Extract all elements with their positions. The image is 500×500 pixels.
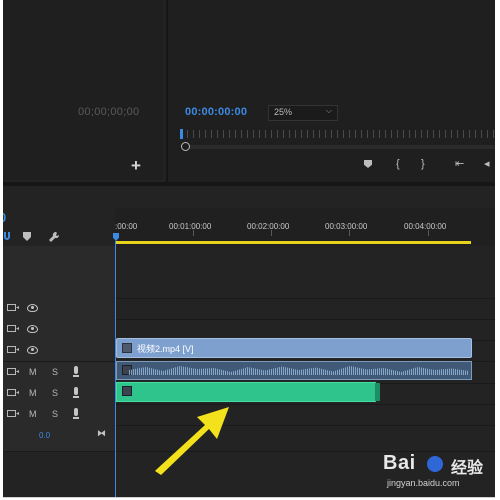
annotation-arrow-icon (155, 407, 229, 475)
clip-name: 视频2.mp4 [V] (137, 344, 194, 354)
ruler-label: 00:01:00:00 (169, 222, 212, 231)
ruler-label: 00:04:00:00 (404, 222, 447, 231)
mute-button[interactable]: M (29, 388, 37, 398)
track-header[interactable]: M S (3, 362, 116, 383)
track-row-video (3, 298, 495, 320)
track-row-audio: M S (3, 404, 495, 426)
mic-icon[interactable] (73, 387, 79, 398)
add-marker-icon[interactable] (364, 160, 372, 168)
track-header[interactable] (3, 298, 116, 319)
scrub-handle[interactable] (181, 142, 190, 151)
zoom-level-value: 25% (274, 107, 293, 117)
sync-lock-icon[interactable] (7, 389, 16, 396)
sync-lock-icon[interactable] (7, 304, 16, 311)
timeline-panel: 0 :00:00 00:01:00:00 00:02:00:00 00:03:0… (3, 186, 495, 497)
ruler-tick (271, 230, 272, 236)
sync-lock-icon[interactable] (7, 410, 16, 417)
watermark-brand: Bai (383, 452, 416, 474)
eye-icon[interactable] (27, 325, 38, 333)
zoom-level-select[interactable]: 25% ⌵ (268, 105, 338, 121)
ruler-label: 00:03:00:00 (325, 222, 368, 231)
program-ruler[interactable] (181, 130, 495, 138)
audio-waveform (129, 366, 469, 375)
mic-icon[interactable] (73, 408, 79, 419)
track-header[interactable]: M S (3, 404, 116, 425)
video-clip[interactable]: 视频2.mp4 [V] (116, 338, 472, 358)
marker-icon[interactable] (23, 232, 31, 244)
go-to-end-icon[interactable]: ⧓ (97, 428, 106, 439)
sync-lock-icon[interactable] (7, 346, 16, 353)
clip-edge[interactable] (375, 383, 380, 401)
solo-button[interactable]: S (52, 388, 58, 398)
mark-out-button[interactable]: } (421, 158, 425, 170)
chevron-down-icon: ⌵ (325, 106, 332, 115)
track-header (3, 246, 116, 298)
fx-badge-icon (122, 343, 132, 353)
work-area-bar[interactable] (115, 241, 471, 244)
timeline-timecode[interactable]: 0 (3, 210, 6, 225)
go-to-in-button[interactable]: ⇤ (455, 158, 464, 170)
master-volume[interactable]: 0.0 (39, 431, 50, 440)
eye-icon[interactable] (27, 304, 38, 312)
fx-badge-icon (122, 386, 132, 396)
watermark-suffix: 经验 (451, 460, 484, 477)
ruler-tick (193, 230, 194, 236)
audio-clip[interactable] (116, 361, 472, 380)
track-row-master (3, 425, 495, 452)
mute-button[interactable]: M (29, 367, 37, 377)
ruler-label: :00:00 (115, 222, 138, 231)
program-monitor: 00:00:00:00 25% ⌵ { } ⇤ ◂ (168, 0, 495, 182)
watermark-url: jingyan.baidu.com (387, 478, 460, 488)
premiere-window: 00;00;00;00 + 00:00:00:00 25% ⌵ { } ⇤ ◂ … (3, 0, 495, 498)
paw-logo-icon (427, 456, 443, 472)
track-row-empty (3, 246, 495, 299)
ruler-label: 00:02:00:00 (247, 222, 290, 231)
track-header[interactable]: M S (3, 383, 116, 404)
track-header[interactable] (3, 319, 116, 340)
mic-icon[interactable] (73, 366, 79, 377)
sync-lock-icon[interactable] (7, 325, 16, 332)
program-playhead[interactable] (180, 129, 183, 139)
program-timecode[interactable]: 00:00:00:00 (185, 106, 247, 118)
mute-button[interactable]: M (29, 409, 37, 419)
source-timecode[interactable]: 00;00;00;00 (78, 106, 139, 118)
eye-icon[interactable] (27, 346, 38, 354)
sync-lock-icon[interactable] (7, 368, 16, 375)
scrub-bar[interactable] (185, 145, 495, 149)
ruler-tick (349, 230, 350, 236)
add-button[interactable]: + (131, 157, 141, 174)
mark-in-button[interactable]: { (396, 158, 400, 170)
source-monitor: 00;00;00;00 + (3, 0, 163, 180)
solo-button[interactable]: S (52, 409, 58, 419)
timeline-playhead[interactable] (115, 241, 116, 497)
baidu-watermark: Bai 经验 jingyan.baidu.com (383, 452, 495, 492)
snap-icon[interactable] (3, 232, 11, 244)
track-header[interactable] (3, 340, 116, 361)
wrench-icon[interactable] (49, 231, 60, 246)
solo-button[interactable]: S (52, 367, 58, 377)
step-back-button[interactable]: ◂ (484, 158, 490, 170)
audio-clip-selected[interactable] (116, 382, 380, 402)
ruler-tick (428, 230, 429, 236)
